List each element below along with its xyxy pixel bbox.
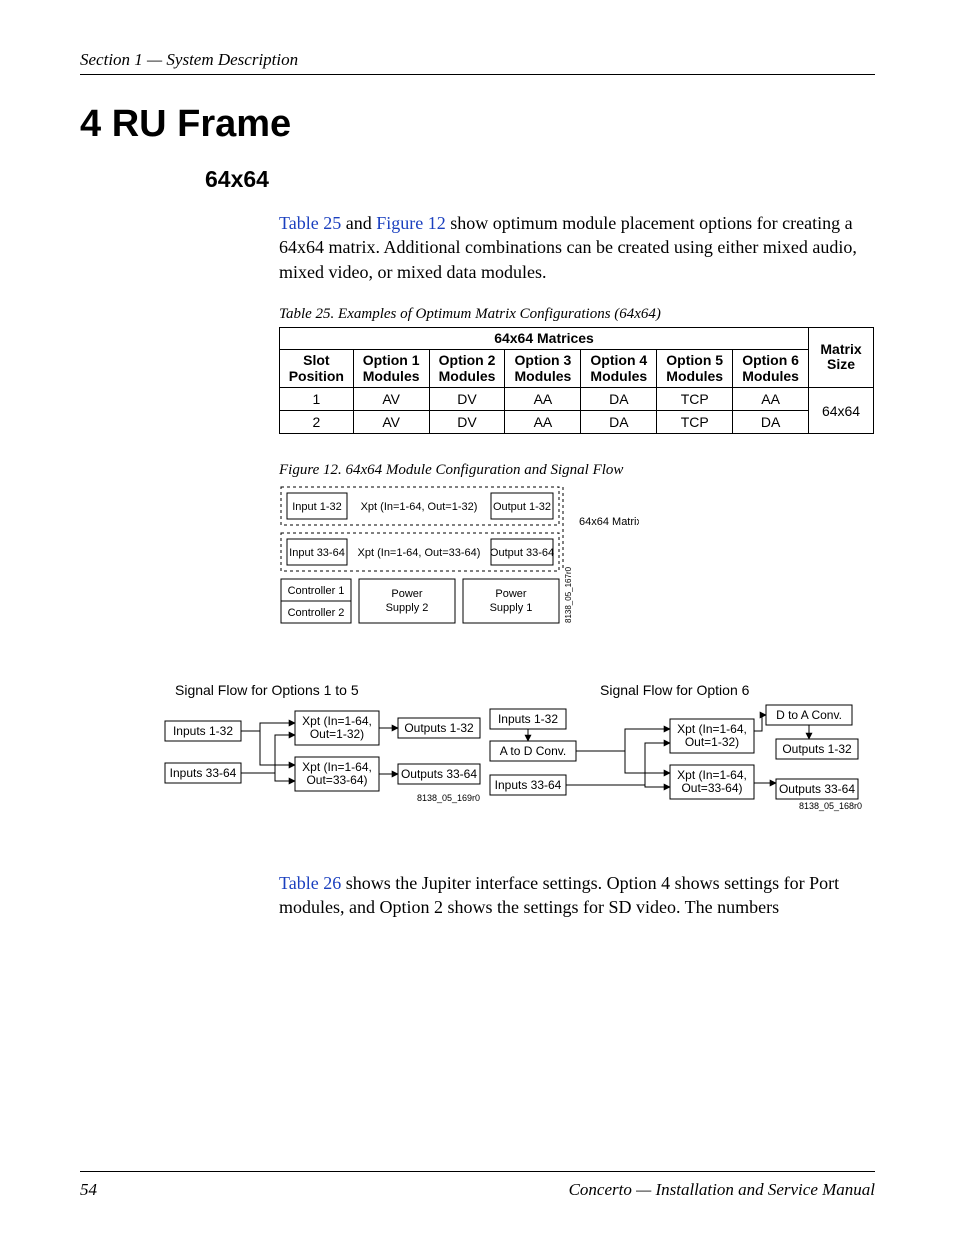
svg-text:Power: Power: [495, 588, 527, 600]
svg-text:Power: Power: [391, 588, 423, 600]
svg-text:Xpt (In=1-64,: Xpt (In=1-64,: [677, 722, 747, 736]
svg-text:Controller 1: Controller 1: [288, 585, 345, 597]
svg-text:Xpt (In=1-64, Out=33-64): Xpt (In=1-64, Out=33-64): [358, 547, 481, 559]
col-opt6: Option 6 Modules: [733, 350, 809, 388]
col-opt2: Option 2 Modules: [429, 350, 505, 388]
svg-text:Xpt (In=1-64,: Xpt (In=1-64,: [302, 760, 372, 774]
svg-text:8138_05_168r0: 8138_05_168r0: [799, 801, 862, 811]
svg-text:Controller 2: Controller 2: [288, 607, 345, 619]
figure-12: Input 1-32 Xpt (In=1-64, Out=1-32) Outpu…: [279, 483, 639, 653]
col-opt1: Option 1 Modules: [353, 350, 429, 388]
svg-text:Out=1-32): Out=1-32): [685, 735, 739, 749]
table-row: 1 AV DV AA DA TCP AA 64x64: [280, 388, 874, 411]
col-opt3: Option 3 Modules: [505, 350, 581, 388]
link-table-25[interactable]: Table 25: [279, 213, 341, 233]
svg-text:Xpt (In=1-64, Out=1-32): Xpt (In=1-64, Out=1-32): [361, 501, 478, 513]
col-matrix-size: Matrix Size: [809, 327, 874, 387]
svg-text:Outputs 1-32: Outputs 1-32: [404, 721, 474, 735]
svg-text:Out=1-32): Out=1-32): [310, 727, 364, 741]
svg-text:Out=33-64): Out=33-64): [306, 773, 367, 787]
link-figure-12[interactable]: Figure 12: [376, 213, 446, 233]
svg-text:A to D Conv.: A to D Conv.: [500, 744, 566, 758]
page-footer: 54 Concerto — Installation and Service M…: [80, 1171, 875, 1200]
svg-text:Input 1-32: Input 1-32: [292, 501, 342, 513]
col-opt4: Option 4 Modules: [581, 350, 657, 388]
table-row: 2 AV DV AA DA TCP DA: [280, 411, 874, 434]
svg-text:Xpt (In=1-64,: Xpt (In=1-64,: [302, 714, 372, 728]
svg-text:8138_05_169r0: 8138_05_169r0: [417, 793, 480, 803]
text: shows the Jupiter interface settings. Op…: [279, 873, 839, 917]
doc-title: Concerto — Installation and Service Manu…: [569, 1180, 875, 1200]
svg-text:64x64 Matrix: 64x64 Matrix: [579, 516, 639, 528]
page-number: 54: [80, 1180, 97, 1200]
svg-text:Out=33-64): Out=33-64): [681, 781, 742, 795]
svg-text:Outputs 33-64: Outputs 33-64: [401, 767, 477, 781]
svg-text:8138_05_167r0: 8138_05_167r0: [564, 566, 573, 623]
svg-text:Outputs 33-64: Outputs 33-64: [779, 782, 855, 796]
table-25: 64x64 Matrices Matrix Size Slot Position…: [279, 327, 874, 434]
paragraph-2: Table 26 shows the Jupiter interface set…: [279, 871, 875, 920]
svg-text:Input 33-64: Input 33-64: [289, 547, 345, 559]
table-25-caption: Table 25. Examples of Optimum Matrix Con…: [279, 306, 875, 323]
figure-12-caption: Figure 12. 64x64 Module Configuration an…: [279, 462, 875, 479]
link-table-26[interactable]: Table 26: [279, 873, 341, 893]
svg-text:Supply 1: Supply 1: [490, 602, 533, 614]
svg-text:Inputs 1-32: Inputs 1-32: [173, 724, 233, 738]
svg-text:Output 1-32: Output 1-32: [493, 501, 551, 513]
col-opt5: Option 5 Modules: [657, 350, 733, 388]
svg-text:Xpt (In=1-64,: Xpt (In=1-64,: [677, 768, 747, 782]
signal-flow-diagrams: Signal Flow for Options 1 to 5 Signal Fl…: [80, 683, 875, 843]
svg-text:Signal Flow for Option 6: Signal Flow for Option 6: [600, 683, 750, 698]
col-slot: Slot Position: [280, 350, 354, 388]
svg-text:Output 33-64: Output 33-64: [490, 547, 554, 559]
svg-text:Inputs 1-32: Inputs 1-32: [498, 712, 558, 726]
text: and: [341, 213, 376, 233]
page-title: 4 RU Frame: [80, 103, 875, 146]
paragraph-1: Table 25 and Figure 12 show optimum modu…: [279, 211, 875, 284]
svg-text:Inputs 33-64: Inputs 33-64: [495, 778, 562, 792]
svg-text:Supply 2: Supply 2: [386, 602, 429, 614]
running-header: Section 1 — System Description: [80, 50, 875, 75]
svg-text:Outputs 1-32: Outputs 1-32: [782, 742, 852, 756]
svg-text:Inputs 33-64: Inputs 33-64: [170, 766, 237, 780]
section-title: 64x64: [205, 166, 875, 193]
svg-text:Signal Flow for Options 1 to 5: Signal Flow for Options 1 to 5: [175, 683, 359, 698]
table-group-header: 64x64 Matrices: [280, 327, 809, 349]
svg-text:D to A Conv.: D to A Conv.: [776, 708, 842, 722]
